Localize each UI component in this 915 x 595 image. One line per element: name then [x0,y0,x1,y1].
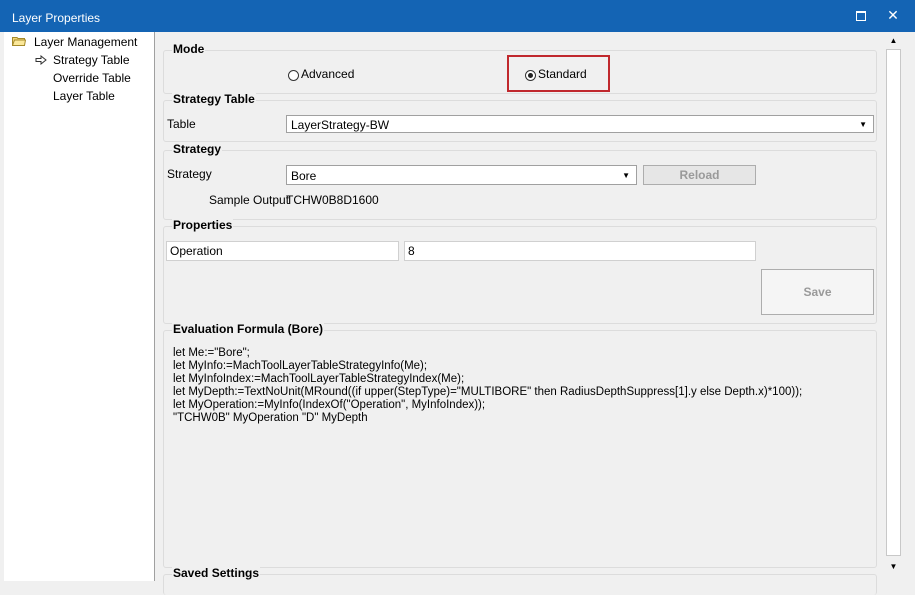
advanced-label[interactable]: Advanced [301,67,354,81]
sample-output-value: TCHW0B8D1600 [286,193,379,207]
strategy-select[interactable]: Bore ▼ [286,165,637,185]
title-bar: Layer Properties ✕ [0,0,915,32]
scroll-thumb[interactable] [886,49,901,556]
table-select[interactable]: LayerStrategy-BW ▼ [286,115,874,133]
navigation-tree: Layer Management Strategy Table Override… [4,32,155,581]
table-label: Table [167,117,196,131]
strategy-select-value: Bore [291,169,317,183]
tree-item-layer-table[interactable]: Layer Table [53,89,115,103]
formula-line: let Me:="Bore"; [173,347,250,359]
formula-line: "TCHW0B" MyOperation "D" MyDepth [173,412,368,424]
close-icon[interactable]: ✕ [883,6,903,24]
property-name-field[interactable]: Operation [166,241,399,261]
mode-group-title: Mode [172,42,206,56]
strategy-group-title: Strategy [172,142,223,156]
strategy-group: Strategy Strategy Bore ▼ Reload Sample O… [163,142,877,220]
reload-button[interactable]: Reload [643,165,756,185]
formula-line: let MyInfo:=MachToolLayerTableStrategyIn… [173,360,428,372]
main-panel: Mode Advanced Standard Strategy Table Ta… [156,32,884,595]
folder-icon [12,37,26,46]
maximize-icon[interactable] [851,6,871,24]
property-value-field[interactable]: 8 [404,241,756,261]
vertical-scrollbar[interactable]: ▲ ▼ [884,32,903,581]
strategy-label: Strategy [167,167,212,181]
standard-label[interactable]: Standard [538,67,587,81]
properties-group-title: Properties [172,218,234,232]
formula-line: let MyOperation:=MyInfo(IndexOf("Operati… [173,399,486,411]
formula-line: let MyInfoIndex:=MachToolLayerTableStrat… [173,373,465,385]
saved-settings-group: Saved Settings [163,566,877,595]
mode-group: Mode Advanced Standard [163,42,877,94]
sample-output-label: Sample Output [209,193,290,207]
formula-group-title: Evaluation Formula (Bore) [172,322,325,336]
tree-item-layer-management[interactable]: Layer Management [34,35,137,49]
chevron-down-icon: ▼ [859,120,867,129]
standard-radio[interactable] [525,70,536,81]
window-edge [903,32,915,581]
properties-group: Properties Operation 8 Save [163,218,877,324]
advanced-radio[interactable] [288,70,299,81]
saved-settings-group-title: Saved Settings [172,566,261,580]
save-button[interactable]: Save [761,269,874,315]
formula-line: let MyDepth:=TextNoUnit(MRound((if upper… [173,386,803,398]
strategy-table-group-title: Strategy Table [172,92,256,106]
formula-group: Evaluation Formula (Bore) let Me:="Bore"… [163,322,877,568]
table-select-value: LayerStrategy-BW [291,118,390,132]
window-title: Layer Properties [12,11,101,25]
tree-item-strategy-table[interactable]: Strategy Table [53,53,130,67]
strategy-table-group: Strategy Table Table LayerStrategy-BW ▼ [163,92,877,142]
tree-item-override-table[interactable]: Override Table [53,71,131,85]
scroll-down-icon[interactable]: ▼ [886,561,901,573]
arrow-icon [35,55,47,65]
scroll-up-icon[interactable]: ▲ [886,35,901,47]
chevron-down-icon: ▼ [622,171,630,180]
